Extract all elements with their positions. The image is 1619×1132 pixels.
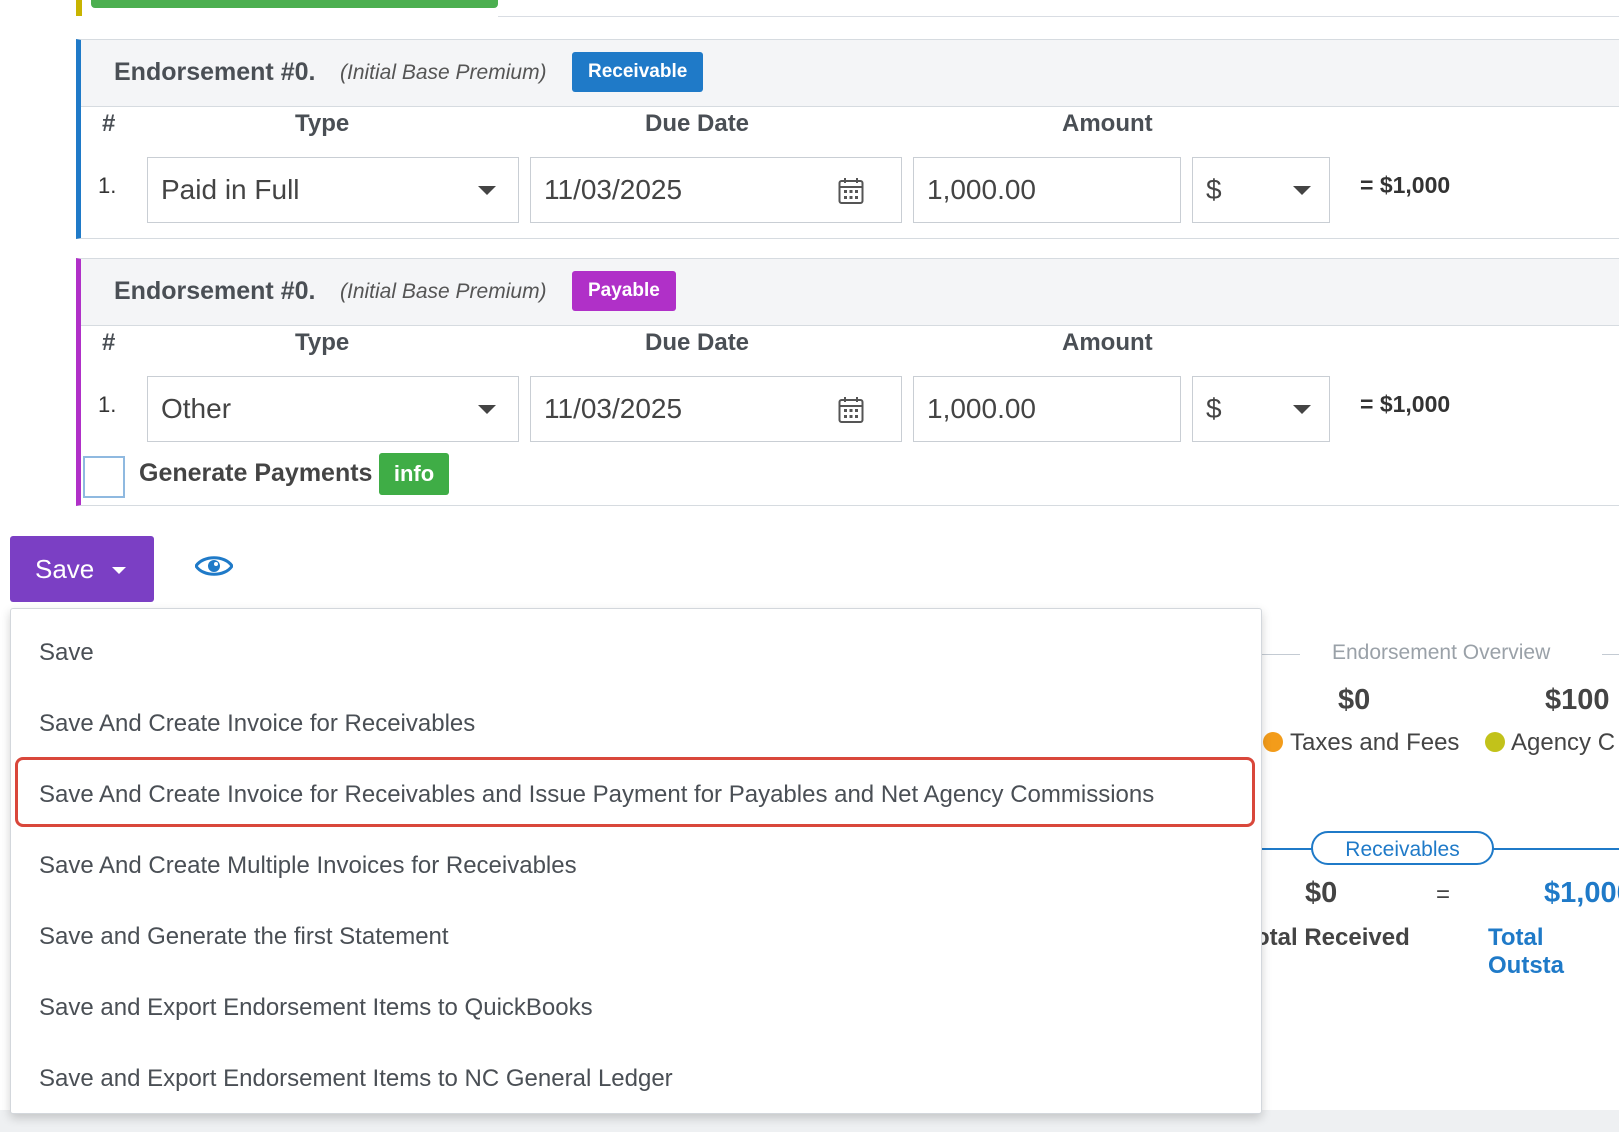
- currency-select[interactable]: $: [1192, 376, 1330, 442]
- save-dropdown-menu: Save Save And Create Invoice for Receiva…: [10, 608, 1262, 1114]
- col-header-due-date: Due Date: [645, 329, 750, 356]
- save-dropdown-button[interactable]: Save: [10, 536, 154, 602]
- row-total: = $1,000: [1360, 172, 1451, 198]
- due-date-input[interactable]: 11/03/2025: [530, 376, 902, 442]
- agency-legend-dot: [1485, 732, 1505, 752]
- taxes-label: Taxes and Fees: [1290, 729, 1460, 756]
- overview-title: Endorsement Overview: [1332, 641, 1551, 664]
- menu-item-save-multiple-invoices[interactable]: Save And Create Multiple Invoices for Re…: [39, 852, 577, 880]
- panel-title: Endorsement #0.: [114, 277, 316, 305]
- col-header-amount: Amount: [1062, 329, 1153, 356]
- type-select[interactable]: Paid in Full: [147, 157, 519, 223]
- receivable-badge: Receivable: [572, 52, 704, 92]
- chevron-down-icon: [1293, 186, 1311, 195]
- col-header-amount: Amount: [1062, 110, 1153, 137]
- panel-subtitle: (Initial Base Premium): [340, 280, 547, 303]
- amount-value: 1,000.00: [927, 174, 1036, 205]
- total-outstanding-value: $1,000: [1544, 877, 1619, 909]
- col-header-num: #: [102, 329, 116, 356]
- calendar-icon[interactable]: [838, 396, 864, 424]
- currency-value: $: [1206, 393, 1222, 424]
- payable-badge: Payable: [572, 271, 676, 311]
- overview-divider: [1602, 654, 1619, 655]
- currency-value: $: [1206, 174, 1222, 205]
- col-header-due-date: Due Date: [645, 110, 750, 137]
- col-header-num: #: [102, 110, 116, 137]
- due-date-value: 11/03/2025: [544, 174, 683, 205]
- caret-down-icon: [112, 567, 126, 574]
- amount-input[interactable]: 1,000.00: [913, 376, 1181, 442]
- taxes-legend-dot: [1263, 732, 1283, 752]
- due-date-input[interactable]: 11/03/2025: [530, 157, 902, 223]
- receivable-endorsement-panel: Endorsement #0. (Initial Base Premium) R…: [76, 39, 1619, 239]
- menu-item-save-invoice-issue-payment[interactable]: Save And Create Invoice for Receivables …: [39, 781, 1154, 809]
- agency-label: Agency C: [1511, 729, 1616, 756]
- total-received-value: $0: [1305, 877, 1338, 909]
- generate-payments-checkbox[interactable]: [83, 456, 125, 498]
- previous-panel-accent: [76, 0, 82, 16]
- agency-value: $100: [1545, 684, 1610, 716]
- total-received-label: otal Received: [1255, 924, 1410, 951]
- calendar-icon[interactable]: [838, 177, 864, 205]
- taxes-value: $0: [1338, 684, 1371, 716]
- due-date-value: 11/03/2025: [544, 393, 683, 424]
- col-header-type: Type: [295, 329, 350, 356]
- type-select-value: Paid in Full: [161, 174, 300, 205]
- info-button[interactable]: info: [379, 453, 449, 495]
- panel-subtitle: (Initial Base Premium): [340, 61, 547, 84]
- chevron-down-icon: [478, 405, 496, 414]
- eye-icon[interactable]: [195, 553, 233, 579]
- panel-header: Endorsement #0. (Initial Base Premium) R…: [81, 40, 1619, 107]
- panel-title: Endorsement #0.: [114, 58, 316, 86]
- col-header-type: Type: [295, 110, 350, 137]
- row-number: 1.: [98, 392, 117, 417]
- generate-payments-label: Generate Payments: [139, 459, 373, 487]
- menu-item-export-nc-ledger[interactable]: Save and Export Endorsement Items to NC …: [39, 1065, 673, 1093]
- previous-panel-bar: [91, 0, 498, 8]
- equals-sign: =: [1436, 881, 1451, 908]
- save-button-label: Save: [35, 554, 95, 584]
- currency-select[interactable]: $: [1192, 157, 1330, 223]
- chevron-down-icon: [478, 186, 496, 195]
- type-select-value: Other: [161, 393, 232, 424]
- total-outstanding-label: Total Outsta: [1488, 924, 1565, 979]
- chevron-down-icon: [1293, 405, 1311, 414]
- menu-item-save-generate-statement[interactable]: Save and Generate the first Statement: [39, 923, 449, 951]
- type-select[interactable]: Other: [147, 376, 519, 442]
- menu-item-save[interactable]: Save: [39, 639, 94, 667]
- row-total: = $1,000: [1360, 391, 1451, 417]
- panel-header: Endorsement #0. (Initial Base Premium) P…: [81, 259, 1619, 326]
- divider: [498, 16, 1619, 17]
- menu-item-export-quickbooks[interactable]: Save and Export Endorsement Items to Qui…: [39, 994, 593, 1022]
- amount-input[interactable]: 1,000.00: [913, 157, 1181, 223]
- menu-item-save-create-invoice[interactable]: Save And Create Invoice for Receivables: [39, 710, 475, 738]
- receivables-pill: Receivables: [1311, 831, 1494, 865]
- row-number: 1.: [98, 173, 117, 198]
- amount-value: 1,000.00: [927, 393, 1036, 424]
